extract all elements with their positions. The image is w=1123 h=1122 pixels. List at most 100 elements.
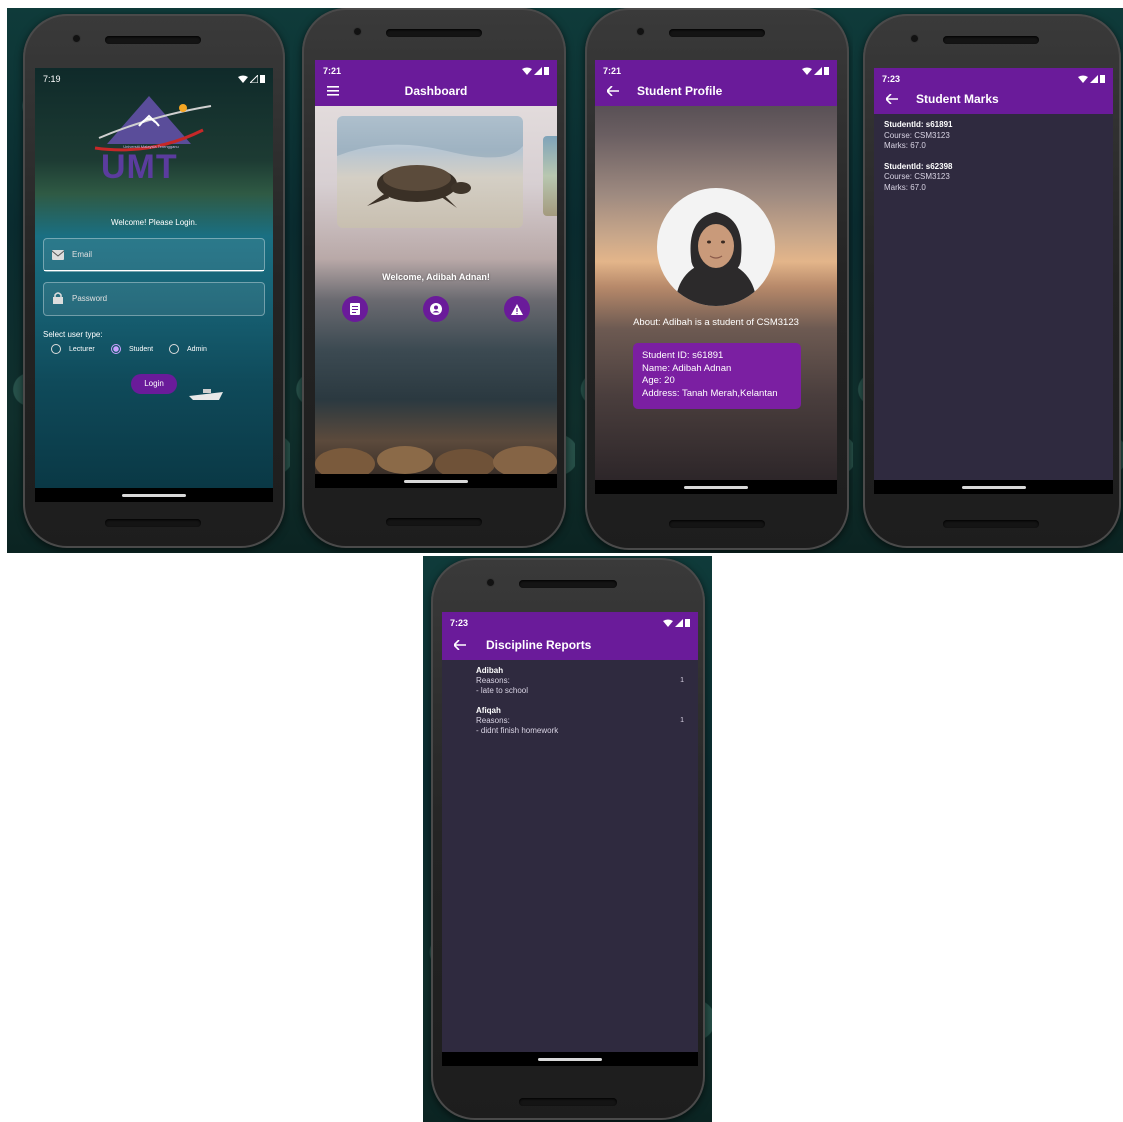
radio-label: Admin xyxy=(187,345,207,353)
status-time: 7:21 xyxy=(323,66,342,76)
list-item[interactable]: Adibah Reasons: - late to school 1 xyxy=(476,666,684,696)
status-bar: 7:19 xyxy=(35,68,273,90)
reasons-label: Reasons: xyxy=(476,676,510,685)
welcome-text: Welcome, Adibah Adnan! xyxy=(382,272,490,282)
list-item[interactable]: StudentId: s61891 Course: CSM3123 Marks:… xyxy=(884,120,1103,152)
back-arrow-icon[interactable] xyxy=(886,94,898,104)
app-bar: 7:23 Discipline Reports xyxy=(442,612,698,660)
list-item[interactable]: StudentId: s62398 Course: CSM3123 Marks:… xyxy=(884,162,1103,194)
logo-text: UMT xyxy=(101,148,178,186)
wifi-icon xyxy=(802,67,812,75)
student-id: Student ID: s61891 xyxy=(642,350,724,361)
signal-icon xyxy=(1090,75,1098,83)
user-type-label: Select user type: xyxy=(43,330,103,339)
signal-icon xyxy=(675,619,683,627)
front-camera xyxy=(637,28,644,35)
profile-info-card: Student ID: s61891 Name: Adibah Adnan Ag… xyxy=(633,343,801,409)
system-nav-bar xyxy=(442,1052,698,1066)
radio-lecturer[interactable]: Lecturer xyxy=(51,344,95,354)
home-indicator[interactable] xyxy=(961,486,1026,489)
discipline-screenshot-panel: 7:23 Discipline Reports Adibah Reasons: xyxy=(423,556,712,1122)
carousel-next-peek[interactable] xyxy=(543,136,557,216)
status-time: 7:23 xyxy=(450,618,469,628)
status-icons xyxy=(238,75,265,83)
wifi-icon xyxy=(522,67,532,75)
rocks-image xyxy=(315,446,557,474)
system-nav-bar xyxy=(874,480,1113,494)
reason-text: - didnt finish homework xyxy=(476,726,559,735)
app-bar: 7:21 Student Profile xyxy=(595,60,837,106)
warning-icon xyxy=(511,303,523,315)
home-indicator[interactable] xyxy=(538,1058,602,1061)
list-item[interactable]: Afiqah Reasons: - didnt finish homework … xyxy=(476,706,684,736)
earpiece-speaker xyxy=(519,580,617,588)
dashboard-screenshot-panel: 7:21 Dashboard Welcome, Adibah Adnan! xyxy=(290,8,575,553)
marks-screenshot-panel: 7:23 Student Marks StudentId: s61891 Cou… xyxy=(853,8,1123,553)
page-title: Discipline Reports xyxy=(486,638,592,652)
system-nav-bar xyxy=(595,480,837,494)
front-camera xyxy=(73,35,80,42)
battery-icon xyxy=(824,67,829,75)
profile-screen: 7:21 Student Profile About: Adibah is a … xyxy=(595,60,837,480)
status-icons xyxy=(802,67,829,75)
phone-frame: 7:21 Dashboard Welcome, Adibah Adnan! xyxy=(302,8,566,548)
earpiece-speaker xyxy=(669,29,765,37)
lock-icon xyxy=(53,292,63,304)
marks-screen: 7:23 Student Marks StudentId: s61891 Cou… xyxy=(874,68,1113,480)
home-indicator[interactable] xyxy=(684,486,748,489)
login-button[interactable]: Login xyxy=(131,374,177,394)
dashboard-screen: 7:21 Dashboard Welcome, Adibah Adnan! xyxy=(315,60,557,474)
radio-admin[interactable]: Admin xyxy=(169,344,207,354)
login-screenshot-panel: 7:19 Universiti Malaysia Terengganu UMT xyxy=(7,8,290,553)
welcome-text: Welcome! Please Login. xyxy=(110,218,198,227)
student-id: StudentId: s62398 xyxy=(884,161,953,171)
status-bar: 7:21 xyxy=(595,60,837,82)
battery-icon xyxy=(1100,75,1105,83)
app-bar: 7:21 Dashboard xyxy=(315,60,557,106)
status-time: 7:19 xyxy=(43,74,61,84)
back-arrow-icon[interactable] xyxy=(607,86,619,96)
bottom-speaker xyxy=(519,1098,617,1106)
front-camera xyxy=(354,28,361,35)
status-bar: 7:23 xyxy=(874,68,1113,90)
home-indicator[interactable] xyxy=(404,480,468,483)
password-field[interactable]: Password xyxy=(43,282,265,316)
system-nav-bar xyxy=(35,488,273,502)
profile-screenshot-panel: 7:21 Student Profile About: Adibah is a … xyxy=(575,8,853,553)
course: Course: CSM3123 xyxy=(884,130,950,140)
profile-button[interactable] xyxy=(423,296,449,322)
radio-circle xyxy=(169,344,179,354)
page-title: Dashboard xyxy=(404,84,468,98)
user-type-radio-group: Lecturer Student Admin xyxy=(51,344,271,360)
app-bar: 7:23 Student Marks xyxy=(874,68,1113,114)
turtle-image xyxy=(337,116,523,208)
email-field[interactable]: Email xyxy=(43,238,265,272)
avatar xyxy=(657,188,775,306)
home-indicator[interactable] xyxy=(122,494,186,497)
reports-button[interactable] xyxy=(342,296,368,322)
discipline-button[interactable] xyxy=(504,296,530,322)
phone-frame: 7:23 Student Marks StudentId: s61891 Cou… xyxy=(863,14,1121,548)
umt-logo: Universiti Malaysia Terengganu UMT xyxy=(91,96,221,196)
marks-value: Marks: 67.0 xyxy=(884,182,926,192)
bottom-speaker xyxy=(105,519,201,527)
document-icon xyxy=(350,303,360,315)
bottom-speaker xyxy=(669,520,765,528)
back-arrow-icon[interactable] xyxy=(454,640,466,650)
radio-student[interactable]: Student xyxy=(111,344,153,354)
student-name: Name: Adibah Adnan xyxy=(642,362,732,374)
radio-label: Student xyxy=(129,345,154,353)
email-placeholder: Email xyxy=(72,250,93,259)
earpiece-speaker xyxy=(943,36,1039,44)
reports-list: Adibah Reasons: - late to school 1 Afiqa… xyxy=(476,666,684,736)
password-placeholder: Password xyxy=(72,294,108,303)
signal-icon xyxy=(814,67,822,75)
radio-label: Lecturer xyxy=(69,345,95,353)
boat-image xyxy=(189,389,223,400)
image-carousel[interactable] xyxy=(337,116,523,228)
status-bar: 7:23 xyxy=(442,612,698,634)
reason-text: - late to school xyxy=(476,686,529,695)
reasons-label: Reasons: xyxy=(476,716,510,725)
bottom-speaker xyxy=(386,518,482,526)
report-count: 1 xyxy=(680,677,684,684)
